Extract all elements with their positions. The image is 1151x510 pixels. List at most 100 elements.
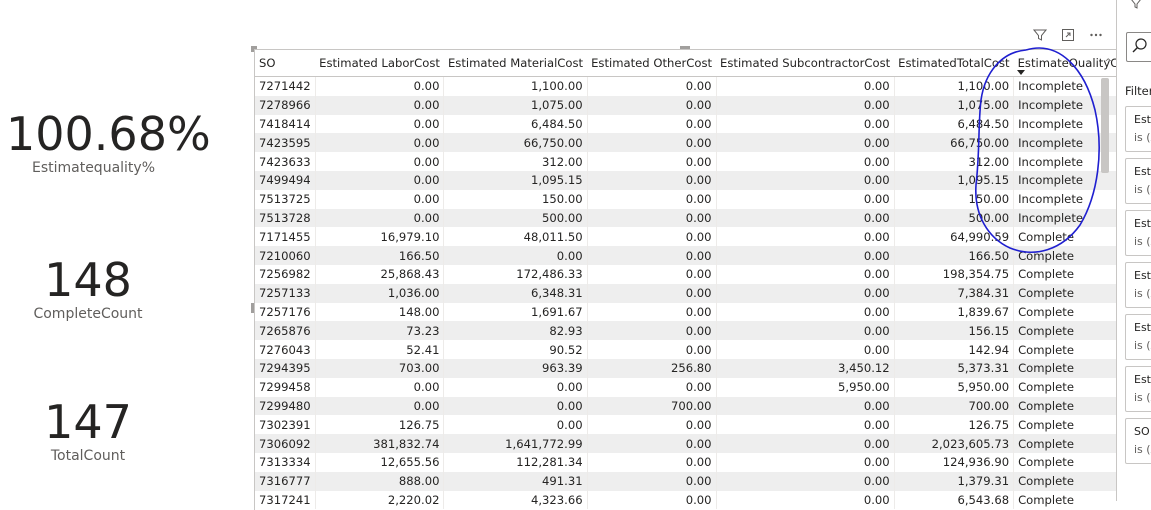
table-cell: 0.00	[587, 415, 717, 435]
more-options-icon[interactable]	[1088, 27, 1104, 43]
filter-card[interactable]: Esti is (A	[1125, 262, 1151, 308]
table-cell: 256.80	[587, 358, 717, 378]
table-cell: 0.00	[587, 189, 717, 209]
column-header-subcontractor-cost[interactable]: Estimated SubcontractorCost	[716, 50, 895, 77]
filter-pane-label: Filter	[1125, 84, 1151, 98]
table-row[interactable]: 7276043 52.41 90.52 0.00 0.00 142.94 Complete	[255, 340, 1116, 359]
table-cell: 166.50	[894, 246, 1015, 265]
kpi-label: Estimatequality%	[31, 160, 156, 176]
vertical-scrollbar-thumb[interactable]	[1101, 78, 1109, 173]
table-row[interactable]: 7210060 166.50 0.00 0.00 0.00 166.50 Complete	[255, 246, 1116, 265]
table-cell: 0.00	[716, 283, 895, 303]
kpi-card-complete-count[interactable]: 148 CompleteCount	[4, 254, 172, 322]
table-row[interactable]: 7294395 703.00 963.39 256.80 3,450.12 5,373.3…	[255, 358, 1116, 378]
table-row[interactable]: 7257176 148.00 1,691.67 0.00 0.00 1,839.67 Com…	[255, 302, 1116, 322]
table-cell: 1,095.15	[894, 170, 1015, 190]
table-cell: 1,100.00	[894, 76, 1015, 96]
table-cell: 7,384.31	[894, 283, 1015, 303]
table-row[interactable]: 7513728 0.00 500.00 0.00 0.00 500.00 Incomplet…	[255, 208, 1116, 228]
table-row[interactable]: 7423595 0.00 66,750.00 0.00 0.00 66,750.00 Inc…	[255, 133, 1116, 153]
table-row[interactable]: 7302391 126.75 0.00 0.00 0.00 126.75 Complete	[255, 415, 1116, 435]
table-row[interactable]: 7299480 0.00 0.00 700.00 0.00 700.00 Complete	[255, 396, 1116, 416]
filter-icon[interactable]	[1131, 0, 1141, 12]
filter-card-condition: is (A	[1134, 443, 1151, 456]
table-cell: 0.00	[587, 95, 717, 115]
table-cell: 0.00	[315, 76, 445, 96]
table-cell: 5,950.00	[894, 377, 1015, 397]
filter-search-input[interactable]	[1126, 32, 1151, 62]
column-header-material-cost[interactable]: Estimated MaterialCost	[443, 50, 588, 77]
column-header-other-cost[interactable]: Estimated OtherCost	[587, 50, 717, 77]
table-cell: 0.00	[716, 246, 895, 265]
filter-card-condition: is (A	[1134, 183, 1151, 196]
table-row[interactable]: 7306092 381,832.74 1,641,772.99 0.00 0.00 2,0…	[255, 434, 1116, 453]
table-cell: 1,641,772.99	[443, 434, 588, 453]
filter-card[interactable]: Esti is (A	[1125, 106, 1151, 152]
filter-card[interactable]: Esti is (A	[1125, 210, 1151, 256]
kpi-card-estimate-quality[interactable]: 100.68% Estimatequality%	[6, 108, 211, 176]
table-row[interactable]: 7299458 0.00 0.00 0.00 5,950.00 5,950.00 Compl…	[255, 377, 1116, 397]
table-cell: 198,354.75	[894, 264, 1015, 284]
table-cell: 0.00	[443, 377, 588, 397]
table-cell: 5,373.31	[894, 358, 1015, 378]
table-cell: 150.00	[894, 189, 1015, 209]
column-header-so[interactable]: SO	[255, 50, 316, 77]
table-cell: 0.00	[587, 208, 717, 228]
table-cell: 500.00	[443, 208, 588, 228]
filter-icon[interactable]	[1032, 27, 1048, 43]
table-cell: 1,036.00	[315, 283, 445, 303]
kpi-card-total-count[interactable]: 147 TotalCount	[4, 396, 172, 464]
table-row[interactable]: 7257133 1,036.00 6,348.31 0.00 0.00 7,384.31 C…	[255, 283, 1116, 303]
table-cell: 7423595	[255, 133, 316, 153]
visual-header	[1032, 26, 1104, 44]
table-row[interactable]: 7316777 888.00 491.31 0.00 0.00 1,379.31 Compl…	[255, 471, 1116, 491]
table-cell: 0.00	[315, 114, 445, 134]
filter-card[interactable]: SO is (A	[1125, 418, 1151, 464]
table-row[interactable]: 7423633 0.00 312.00 0.00 0.00 312.00 Incomplet…	[255, 152, 1116, 171]
scroll-up-arrow-icon[interactable]: ^	[1104, 58, 1112, 68]
table-visual[interactable]: SO Estimated LaborCost Estimated Materia…	[254, 49, 1116, 510]
table-row[interactable]: 7265876 73.23 82.93 0.00 0.00 156.15 Complete	[255, 321, 1116, 341]
filter-card[interactable]: Esti is (A	[1125, 158, 1151, 204]
column-header-quality-check[interactable]: EstimateQualityChec	[1013, 50, 1116, 77]
filter-card[interactable]: Esti is (A	[1125, 366, 1151, 412]
column-header-labor-cost[interactable]: Estimated LaborCost	[315, 50, 444, 77]
table-row[interactable]: 7418414 0.00 6,484.50 0.00 0.00 6,484.50 Incom…	[255, 114, 1116, 134]
table-cell: 1,095.15	[443, 170, 588, 190]
table-cell: 7513728	[255, 208, 316, 228]
table-cell: 82.93	[443, 321, 588, 341]
table-cell: Complete	[1013, 302, 1116, 322]
table-cell: 0.00	[587, 340, 717, 359]
table-cell: 7256982	[255, 264, 316, 284]
table-row[interactable]: 7256982 25,868.43 172,486.33 0.00 0.00 198,35…	[255, 264, 1116, 284]
table-cell: 7513725	[255, 189, 316, 209]
table-cell: 7316777	[255, 471, 316, 491]
table-cell: 126.75	[894, 415, 1015, 435]
table-cell: 0.00	[716, 452, 895, 472]
table-row[interactable]: 7278966 0.00 1,075.00 0.00 0.00 1,075.00 Incom…	[255, 95, 1116, 115]
table-row[interactable]: 7317241 2,220.02 4,323.66 0.00 0.00 6,543.68 C…	[255, 490, 1116, 510]
table-cell: Complete	[1013, 340, 1116, 359]
table-cell: 7265876	[255, 321, 316, 341]
table-cell: 0.00	[716, 152, 895, 171]
table-cell: 0.00	[716, 208, 895, 228]
filter-card-title: Esti	[1134, 217, 1151, 230]
table-cell: Complete	[1013, 377, 1116, 397]
table-cell: 1,691.67	[443, 302, 588, 322]
table-cell: 0.00	[716, 302, 895, 322]
table-row[interactable]: 7313334 12,655.56 112,281.34 0.00 0.00 124,93…	[255, 452, 1116, 472]
filter-card[interactable]: Esti is (A	[1125, 314, 1151, 360]
table-cell: 0.00	[716, 471, 895, 491]
table-row[interactable]: 7271442 0.00 1,100.00 0.00 0.00 1,100.00 Incom…	[255, 76, 1116, 96]
table-cell: 0.00	[587, 170, 717, 190]
table-cell: 0.00	[716, 95, 895, 115]
filter-card-condition: is (A	[1134, 391, 1151, 404]
column-header-total-cost[interactable]: EstimatedTotalCost	[894, 50, 1014, 77]
table-cell: 2,023,605.73	[894, 434, 1015, 453]
focus-mode-icon[interactable]	[1060, 27, 1076, 43]
table-row[interactable]: 7499494 0.00 1,095.15 0.00 0.00 1,095.15 Incom…	[255, 170, 1116, 190]
table-row[interactable]: 7171455 16,979.10 48,011.50 0.00 0.00 64,990.…	[255, 227, 1116, 247]
table-row[interactable]: 7513725 0.00 150.00 0.00 0.00 150.00 Incomplet…	[255, 189, 1116, 209]
table-cell: 7423633	[255, 152, 316, 171]
filter-card-title: Esti	[1134, 321, 1151, 334]
